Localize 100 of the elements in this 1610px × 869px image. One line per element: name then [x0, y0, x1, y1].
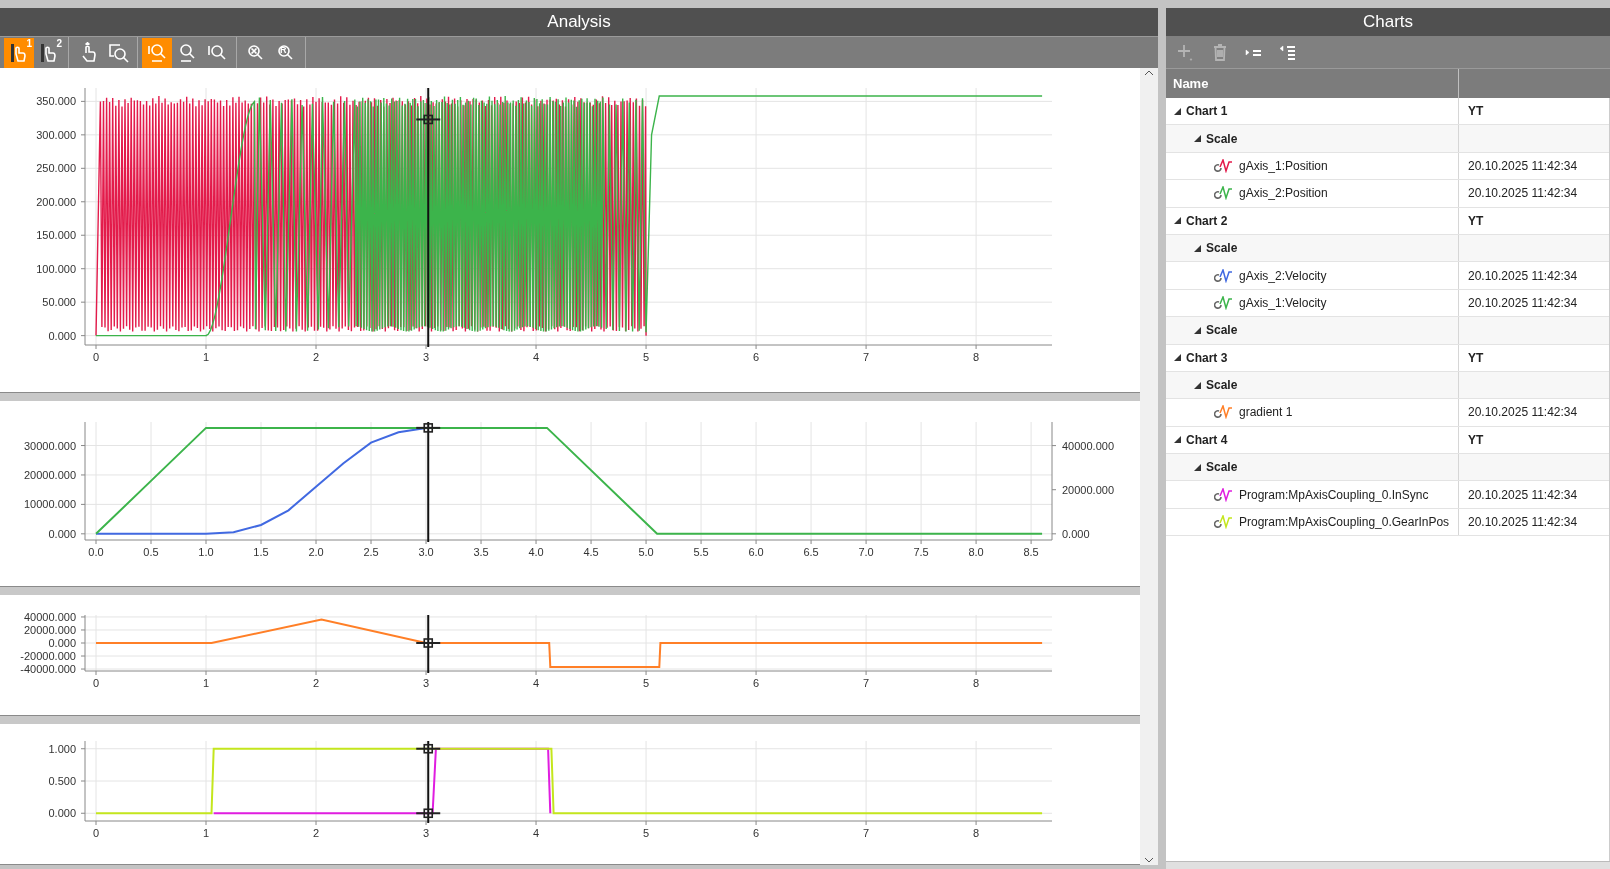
- tree-row[interactable]: Scale: [1166, 234, 1609, 263]
- axis-tick-label: 150.000: [36, 229, 76, 242]
- toolbar-button[interactable]: [142, 37, 172, 68]
- tree-row[interactable]: Chart 2 YT: [1166, 207, 1609, 235]
- panel-title: Charts: [1166, 8, 1610, 36]
- tree-label: Chart 1: [1186, 103, 1228, 121]
- axis-tick-label: 0: [92, 677, 100, 689]
- axis-tick-label: 0: [92, 351, 100, 363]
- axis-tick-label: 8: [973, 677, 980, 689]
- tree-label: gAxis_2:Velocity: [1239, 267, 1327, 285]
- badge-number: 1: [26, 37, 32, 49]
- expanded-triangle-icon[interactable]: [1174, 107, 1181, 115]
- tree-label: Chart 2: [1186, 212, 1228, 230]
- tree-label: Scale: [1206, 240, 1238, 258]
- axis-tick-label: 6: [753, 351, 760, 363]
- cursor-marker[interactable]: [415, 638, 442, 648]
- tree-label: Chart 3: [1186, 349, 1228, 367]
- tree-label: Chart 4: [1186, 431, 1228, 449]
- axis-tick-label: 2.5: [363, 546, 379, 558]
- axis-tick-label: -40000.000: [20, 663, 76, 676]
- signal-icon: [1214, 487, 1234, 502]
- axis-tick-label: 3: [422, 827, 430, 839]
- cursor-line[interactable]: [427, 740, 430, 824]
- axis-tick-label: 1.0: [198, 546, 214, 558]
- axis-tick-label: 0: [92, 827, 100, 839]
- signal-icon: [1214, 158, 1234, 173]
- expanded-triangle-icon[interactable]: [1194, 381, 1201, 389]
- tree-row[interactable]: gAxis_1:Position 20.10.2025 11:42:34: [1166, 152, 1609, 181]
- axis-tick-label: 6: [753, 827, 760, 839]
- toolbar-button[interactable]: R: [271, 37, 301, 68]
- signal-icon: [1214, 405, 1234, 420]
- tree-value: 20.10.2025 11:42:34: [1468, 486, 1578, 504]
- axis-tick-label: 6.5: [803, 546, 819, 558]
- expanded-triangle-icon[interactable]: [1194, 135, 1201, 143]
- axis-tick-label: 50.000: [42, 296, 76, 309]
- axis-tick-label: 7: [863, 351, 870, 363]
- collapse-list-icon: [1278, 44, 1296, 60]
- tree-row[interactable]: gAxis_2:Velocity 20.10.2025 11:42:34: [1166, 262, 1609, 290]
- toolbar-button[interactable]: 2: [34, 37, 64, 68]
- tree-value: 20.10.2025 11:42:34: [1468, 157, 1578, 175]
- plus-icon: [1177, 43, 1193, 61]
- scroll-down-icon[interactable]: [1144, 855, 1154, 865]
- axis-tick-label: -20000.000: [20, 650, 76, 662]
- expanded-triangle-icon[interactable]: [1174, 217, 1181, 225]
- axis-tick-label: 5: [643, 827, 650, 839]
- tree-label: gAxis_1:Velocity: [1239, 294, 1327, 312]
- tree-row[interactable]: Program:MpAxisCoupling_0.GearInPos 20.10.2025 11:42:34: [1166, 508, 1609, 537]
- axis-tick-label: 6: [753, 677, 760, 689]
- trash-icon: [1212, 43, 1226, 61]
- cursor-line[interactable]: [427, 614, 430, 674]
- axis-tick-label: 3: [422, 351, 430, 363]
- axis-tick-label: 5.5: [693, 546, 709, 558]
- tree-row[interactable]: Scale: [1166, 454, 1609, 482]
- cursor-marker[interactable]: [415, 423, 442, 433]
- axis-tick-label: 8: [973, 351, 980, 363]
- cursor-marker[interactable]: [415, 743, 442, 754]
- tree-value: 20.10.2025 11:42:34: [1468, 294, 1578, 312]
- vertical-scrollbar[interactable]: [1140, 68, 1158, 865]
- axis-tick-label: 8.5: [1023, 546, 1039, 558]
- axis-tick-label: 1.5: [253, 546, 269, 558]
- expanded-triangle-icon[interactable]: [1194, 463, 1201, 471]
- axis-tick-label: 0.0: [88, 546, 104, 558]
- signal-icon: [1214, 268, 1234, 283]
- tree-row[interactable]: Scale: [1166, 317, 1609, 345]
- axis-tick-label: 5: [643, 677, 650, 689]
- axis-tick-label: 4: [533, 677, 540, 689]
- tree-row[interactable]: gradient 1 20.10.2025 11:42:34: [1166, 399, 1609, 427]
- expanded-triangle-icon[interactable]: [1174, 354, 1181, 362]
- axis-tick-label: 3.0: [418, 546, 434, 558]
- tree-value: 20.10.2025 11:42:34: [1468, 404, 1578, 422]
- tree-row[interactable]: Program:MpAxisCoupling_0.InSync 20.10.2025 11:42:34: [1166, 481, 1609, 509]
- expanded-triangle-icon[interactable]: [1174, 436, 1181, 444]
- zoom-box-icon: [107, 41, 129, 64]
- tree-row[interactable]: gAxis_2:Position 20.10.2025 11:42:34: [1166, 180, 1609, 208]
- axis-tick-label: 40000.000: [1062, 439, 1114, 452]
- expanded-triangle-icon[interactable]: [1194, 244, 1201, 252]
- cursor-line[interactable]: [427, 87, 430, 348]
- axis-tick-label: 3: [422, 677, 430, 689]
- tree-label: Scale: [1206, 459, 1238, 477]
- axis-tick-label: 0.500: [48, 775, 76, 787]
- axis-tick-label: 4.5: [583, 546, 599, 558]
- tree-row[interactable]: Scale: [1166, 125, 1609, 153]
- tree-row[interactable]: Chart 3 YT: [1166, 344, 1609, 372]
- scroll-up-icon[interactable]: [1144, 68, 1154, 78]
- axis-tick-label: 5.0: [638, 546, 654, 558]
- axis-tick-label: 100.000: [36, 262, 76, 275]
- axis-tick-label: 4.0: [528, 546, 544, 558]
- tree-row[interactable]: Scale: [1166, 371, 1609, 400]
- axis-tick-label: 7: [863, 827, 870, 839]
- tree-label: Program:MpAxisCoupling_0.InSync: [1239, 486, 1429, 504]
- axis-tick-label: 20000.000: [24, 624, 76, 636]
- axis-tick-label: 250.000: [36, 162, 76, 175]
- tree-label: Scale: [1206, 377, 1238, 395]
- cursor-line[interactable]: [427, 421, 430, 543]
- horizontal-scrollbar[interactable]: [1166, 861, 1610, 869]
- axis-tick-label: 0.000: [1062, 527, 1090, 540]
- cursor-marker[interactable]: [415, 114, 442, 125]
- axis-tick-label: 350.000: [36, 95, 76, 108]
- expanded-triangle-icon[interactable]: [1194, 326, 1201, 334]
- cursor-marker[interactable]: [415, 808, 442, 819]
